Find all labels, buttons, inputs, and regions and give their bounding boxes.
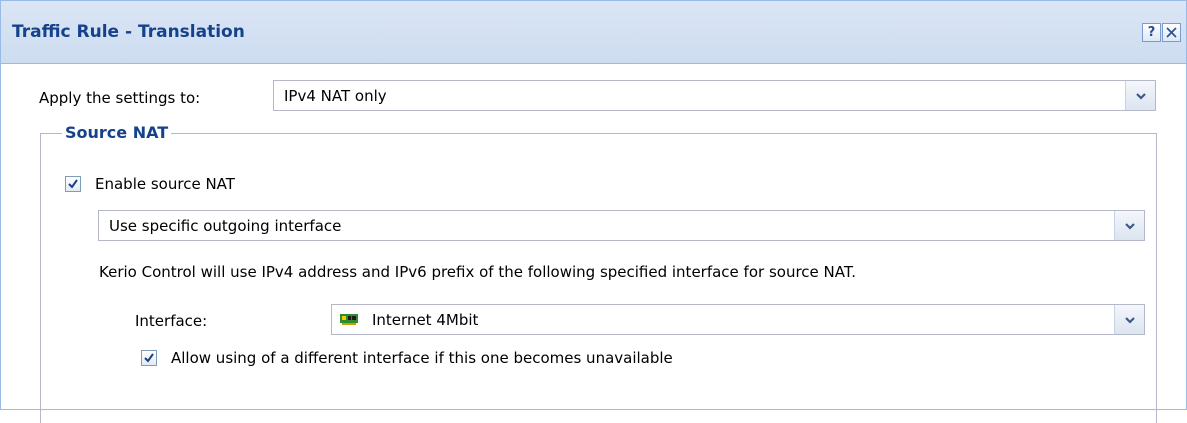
dialog-titlebar[interactable]: Traffic Rule - Translation ? [1, 1, 1186, 64]
help-button[interactable]: ? [1142, 23, 1161, 42]
traffic-rule-translation-dialog: Traffic Rule - Translation ? Apply the s… [0, 0, 1187, 423]
enable-source-nat-label[interactable]: Enable source NAT [95, 175, 235, 193]
checkmark-icon [68, 179, 78, 189]
apply-settings-dropdown-trigger[interactable] [1125, 81, 1155, 110]
dialog-body: Apply the settings to: IPv4 NAT only Sou… [1, 65, 1186, 423]
source-nat-fieldset: Source NAT Enable source NAT Use specifi… [40, 123, 1157, 423]
nat-mode-value: Use specific outgoing interface [109, 217, 342, 235]
network-card-icon [340, 314, 358, 325]
checkmark-icon [144, 353, 154, 363]
nat-mode-dropdown-trigger[interactable] [1114, 211, 1144, 240]
apply-settings-label: Apply the settings to: [39, 89, 201, 107]
interface-dropdown-trigger[interactable] [1114, 305, 1144, 334]
chevron-down-icon [1125, 223, 1135, 230]
interface-label: Interface: [135, 312, 208, 330]
dialog-title: Traffic Rule - Translation [12, 22, 245, 42]
nat-description-text: Kerio Control will use IPv4 address and … [99, 263, 856, 281]
interface-select[interactable]: Internet 4Mbit [331, 304, 1145, 335]
help-icon: ? [1147, 25, 1156, 40]
chevron-down-icon [1125, 317, 1135, 324]
interface-value: Internet 4Mbit [372, 311, 479, 329]
allow-fallback-interface-checkbox[interactable] [141, 350, 157, 366]
close-button[interactable] [1162, 23, 1181, 42]
apply-settings-value: IPv4 NAT only [284, 87, 387, 105]
allow-fallback-interface-label[interactable]: Allow using of a different interface if … [171, 349, 673, 367]
source-nat-legend: Source NAT [62, 123, 172, 142]
close-icon [1166, 27, 1177, 38]
chevron-down-icon [1136, 93, 1146, 100]
apply-settings-select[interactable]: IPv4 NAT only [273, 80, 1156, 111]
nat-mode-select[interactable]: Use specific outgoing interface [98, 210, 1145, 241]
enable-source-nat-checkbox[interactable] [65, 176, 81, 192]
